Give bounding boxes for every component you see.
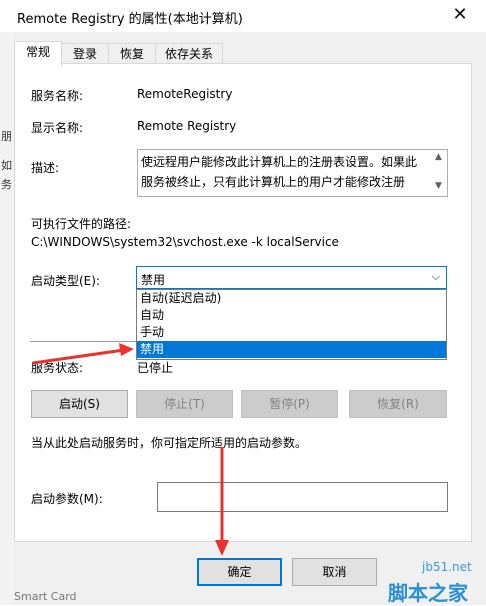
background-text: 如 [1,159,12,172]
exec-path-value: C:\WINDOWS\system32\svchost.exe -k local… [31,235,339,249]
stop-button[interactable]: 停止(T) [136,390,233,418]
scroll-up-icon[interactable]: ▲ [435,152,442,162]
exec-path-label: 可执行文件的路径: [31,217,132,231]
pause-button[interactable]: 暂停(P) [241,390,338,418]
option-auto[interactable]: 自动 [137,307,446,324]
startup-params-hint: 当从此处启动服务时，你可指定所适用的启动参数。 [31,436,308,450]
status-label: 服务状态: [31,361,84,375]
title-bar: Remote Registry 的属性(本地计算机) ✕ [0,0,486,32]
option-disabled[interactable]: 禁用 [137,341,446,358]
display-name-label: 显示名称: [31,121,84,135]
background-window-strip: 朋 如 务 [0,0,14,605]
tab-logon[interactable]: 登录 [61,43,109,65]
status-value: 已停止 [137,361,174,375]
display-name-value: Remote Registry [137,119,237,133]
background-text: 朋 [1,130,12,143]
watermark-domain: jb51.net [422,560,472,574]
description-label: 描述: [31,161,60,175]
divider [30,341,136,342]
service-name-value: RemoteRegistry [137,87,233,101]
scroll-down-icon[interactable]: ▼ [435,181,442,191]
background-text: 务 [1,178,12,191]
tab-recovery[interactable]: 恢复 [108,43,156,65]
startup-params-input[interactable] [157,482,448,512]
start-button[interactable]: 启动(S) [31,390,128,418]
startup-type-dropdown: 自动(延迟启动) 自动 手动 禁用 [136,289,447,360]
option-manual[interactable]: 手动 [137,324,446,341]
properties-dialog: 朋 如 务 Remote Registry 的属性(本地计算机) ✕ 常规 登录… [0,0,486,605]
tab-dependencies[interactable]: 依存关系 [155,43,223,65]
chevron-down-icon[interactable]: ⌵ [432,270,440,284]
startup-params-label: 启动参数(M): [31,492,103,506]
description-text: 使远程用户能修改此计算机上的注册表设置。如果此服务被终止，只有此计算机上的用户才… [141,155,418,189]
ok-button[interactable]: 确定 [197,558,282,586]
cancel-button[interactable]: 取消 [292,558,377,586]
close-icon[interactable]: ✕ [448,4,472,28]
window-title: Remote Registry 的属性(本地计算机) [17,12,243,27]
startup-type-value: 禁用 [141,273,166,287]
description-scrollbar[interactable]: ▲ ▼ [432,150,447,196]
option-auto-delayed[interactable]: 自动(延迟启动) [137,290,446,307]
tab-general[interactable]: 常规 [14,41,62,66]
description-box[interactable]: 使远程用户能修改此计算机上的注册表设置。如果此服务被终止，只有此计算机上的用户才… [137,149,448,197]
startup-type-select[interactable]: 禁用 ⌵ [136,266,447,289]
startup-type-label: 启动类型(E): [31,274,100,288]
watermark-site: 脚本之家 [388,581,468,605]
service-name-label: 服务名称: [31,89,84,103]
resume-button[interactable]: 恢复(R) [349,390,447,418]
background-text: Smart Card [14,590,77,603]
